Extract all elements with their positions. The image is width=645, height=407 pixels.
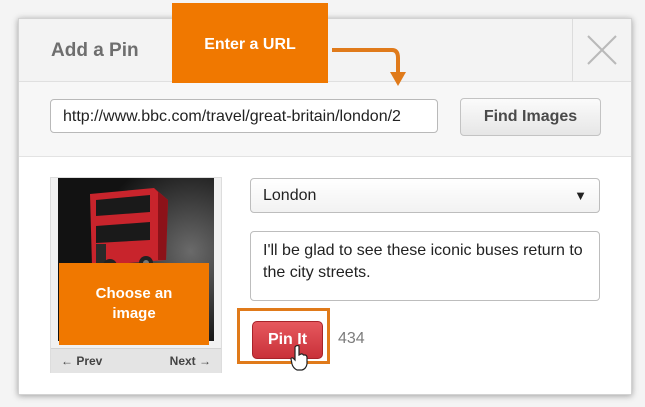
- prev-image-link[interactable]: ← Prev: [61, 354, 102, 368]
- next-image-link[interactable]: Next →: [170, 354, 211, 368]
- url-row: http://www.bbc.com/travel/great-britain/…: [19, 82, 631, 157]
- image-nav-bar: ← Prev Next →: [51, 348, 221, 373]
- url-input[interactable]: http://www.bbc.com/travel/great-britain/…: [50, 99, 438, 133]
- callout-arrow-icon: [332, 48, 406, 86]
- hand-cursor-icon: [290, 345, 308, 371]
- pin-character-count: 434: [338, 330, 365, 347]
- board-select-value: London: [263, 187, 317, 204]
- pin-it-button[interactable]: Pin It: [252, 321, 323, 359]
- board-select[interactable]: London ▼: [250, 178, 600, 213]
- close-button[interactable]: [572, 19, 631, 81]
- choose-image-callout-text: Choose an image: [95, 285, 173, 322]
- close-icon: [587, 35, 617, 65]
- dropdown-caret-icon: ▼: [574, 188, 587, 203]
- enter-url-callout-text: Enter a URL: [204, 36, 296, 53]
- find-images-button[interactable]: Find Images: [460, 98, 601, 136]
- dialog-title: Add a Pin: [51, 40, 139, 61]
- enter-url-callout: Enter a URL: [172, 3, 328, 83]
- description-textarea[interactable]: I'll be glad to see these iconic buses r…: [250, 231, 600, 301]
- choose-image-callout: Choose an image: [59, 263, 209, 345]
